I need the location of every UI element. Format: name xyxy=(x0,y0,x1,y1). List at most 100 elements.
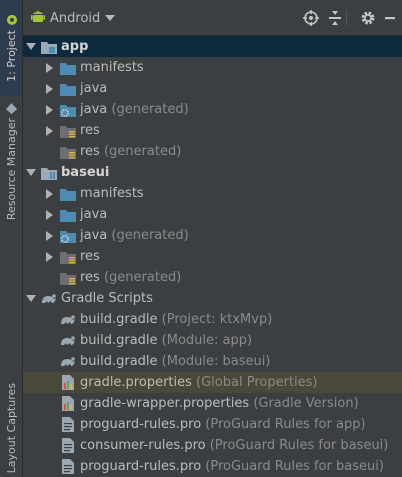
project-panel: Android app manifests java java (generated)… xyxy=(23,0,402,477)
module-folder-icon xyxy=(41,39,57,54)
tree-row-label: baseui xyxy=(61,165,110,180)
android-icon xyxy=(5,14,18,26)
hide-icon[interactable] xyxy=(381,9,399,27)
tree-row[interactable]: gradle.properties (Global Properties) xyxy=(23,372,402,393)
tree-row-text: res (generated) xyxy=(80,141,181,162)
arrow-expanded-icon[interactable] xyxy=(25,288,37,309)
tree-row-text: build.gradle (Project: ktxMvp) xyxy=(80,309,272,330)
tree-row[interactable]: build.gradle (Project: ktxMvp) xyxy=(23,309,402,330)
tree-row-label: manifests xyxy=(80,186,144,201)
arrow-collapsed-icon[interactable] xyxy=(44,225,56,246)
tool-window-stripe: 1: Project Resource Manager Layout Captu… xyxy=(0,0,23,477)
tree-row-text: gradle-wrapper.properties (Gradle Versio… xyxy=(80,393,359,414)
target-icon[interactable] xyxy=(302,9,320,27)
tree-row[interactable]: manifests xyxy=(23,57,402,78)
android-icon xyxy=(31,8,45,28)
tree-row-secondary: (ProGuard Rules for app) xyxy=(201,417,366,432)
tree-row-text: manifests xyxy=(80,183,144,204)
tree-row-label: proguard-rules.pro xyxy=(80,417,202,432)
tree-row-label: gradle.properties xyxy=(80,375,192,390)
tree-row-text: res xyxy=(80,120,100,141)
arrow-collapsed-icon[interactable] xyxy=(44,57,56,78)
tree-row[interactable]: build.gradle (Module: baseui) xyxy=(23,351,402,372)
text-file-icon xyxy=(60,417,76,432)
tree-row[interactable]: res (generated) xyxy=(23,141,402,162)
arrow-collapsed-icon[interactable] xyxy=(44,99,56,120)
tree-row-label: proguard-rules.pro xyxy=(80,459,202,474)
tab-project[interactable]: 1: Project xyxy=(0,0,22,96)
tree-row-label: Gradle Scripts xyxy=(61,291,153,306)
tree-row[interactable]: consumer-rules.pro (ProGuard Rules for b… xyxy=(23,435,402,456)
tree-row-text: baseui xyxy=(61,162,109,183)
arrow-collapsed-icon[interactable] xyxy=(44,78,56,99)
tree-row-secondary: (generated) xyxy=(107,228,189,243)
tree-row[interactable]: java (generated) xyxy=(23,225,402,246)
tree-row-text: consumer-rules.pro (ProGuard Rules for b… xyxy=(80,435,388,456)
gear-icon[interactable] xyxy=(359,9,377,27)
folder-icon xyxy=(60,60,76,75)
tree-row[interactable]: java xyxy=(23,204,402,225)
arrow-collapsed-icon[interactable] xyxy=(44,183,56,204)
gradle-icon xyxy=(41,291,57,306)
tree-row[interactable]: proguard-rules.pro (ProGuard Rules for b… xyxy=(23,456,402,477)
properties-file-icon xyxy=(60,375,76,390)
tree-row-text: gradle.properties (Global Properties) xyxy=(80,372,317,393)
tree-row-label: gradle-wrapper.properties xyxy=(80,396,250,411)
tree-row-secondary: (ProGuard Rules for baseui) xyxy=(205,438,389,453)
library-module-icon xyxy=(41,165,57,180)
tree-row[interactable]: java (generated) xyxy=(23,99,402,120)
collapse-all-icon[interactable] xyxy=(326,9,344,27)
view-selector[interactable]: Android xyxy=(31,8,116,28)
tree-row[interactable]: baseui xyxy=(23,162,402,183)
tree-row-text: java (generated) xyxy=(80,99,189,120)
gradle-file-icon xyxy=(60,333,76,348)
tree-row-secondary: (Module: baseui) xyxy=(157,354,271,369)
tree-row[interactable]: build.gradle (Module: app) xyxy=(23,330,402,351)
tree-row-label: java xyxy=(80,207,108,222)
properties-file-icon xyxy=(60,396,76,411)
arrow-collapsed-icon[interactable] xyxy=(44,120,56,141)
tree-row[interactable]: proguard-rules.pro (ProGuard Rules for a… xyxy=(23,414,402,435)
tree-row-text: res xyxy=(80,246,100,267)
tree-row[interactable]: res xyxy=(23,246,402,267)
tree-row[interactable]: res (generated) xyxy=(23,267,402,288)
tree-row-secondary: (generated) xyxy=(99,144,182,159)
toolbar-separator xyxy=(346,10,347,26)
text-file-icon xyxy=(60,438,76,453)
tree-row-label: java xyxy=(80,102,108,117)
tab-resource-manager-label: Resource Manager xyxy=(4,118,18,221)
arrow-collapsed-icon[interactable] xyxy=(44,246,56,267)
tree-row-text: java (generated) xyxy=(80,225,189,246)
tree-row[interactable]: app xyxy=(23,36,402,57)
tab-project-label: 1: Project xyxy=(4,30,18,82)
tree-row-secondary: (ProGuard Rules for baseui) xyxy=(201,459,384,474)
tree-row[interactable]: res xyxy=(23,120,402,141)
tree-row-label: manifests xyxy=(80,60,144,75)
project-toolbar: Android xyxy=(23,0,402,36)
res-folder-icon xyxy=(60,270,76,285)
folder-icon xyxy=(60,81,76,96)
arrow-expanded-icon[interactable] xyxy=(25,36,37,57)
project-tree: app manifests java java (generated) res res (… xyxy=(23,36,402,477)
view-selector-label: Android xyxy=(50,10,101,26)
tree-row-text: manifests xyxy=(80,57,144,78)
tab-layout-captures[interactable]: Layout Captures xyxy=(0,380,22,477)
tab-resource-manager[interactable]: Resource Manager xyxy=(0,100,22,224)
tree-row[interactable]: java xyxy=(23,78,402,99)
tree-row-label: build.gradle xyxy=(80,312,158,327)
tree-row[interactable]: gradle-wrapper.properties (Gradle Versio… xyxy=(23,393,402,414)
tree-row-label: build.gradle xyxy=(80,333,158,348)
generated-folder-icon xyxy=(60,228,76,243)
tree-row[interactable]: Gradle Scripts xyxy=(23,288,402,309)
res-folder-icon xyxy=(60,249,76,264)
tab-layout-captures-label: Layout Captures xyxy=(4,383,18,474)
tree-row-label: app xyxy=(61,39,89,54)
tree-row[interactable]: manifests xyxy=(23,183,402,204)
generated-folder-icon xyxy=(60,102,76,117)
chevron-down-icon xyxy=(105,11,116,26)
arrow-expanded-icon[interactable] xyxy=(25,162,37,183)
gradle-file-icon xyxy=(60,312,76,327)
tree-row-text: java xyxy=(80,78,107,99)
tree-row-label: java xyxy=(80,81,108,96)
arrow-collapsed-icon[interactable] xyxy=(44,204,56,225)
